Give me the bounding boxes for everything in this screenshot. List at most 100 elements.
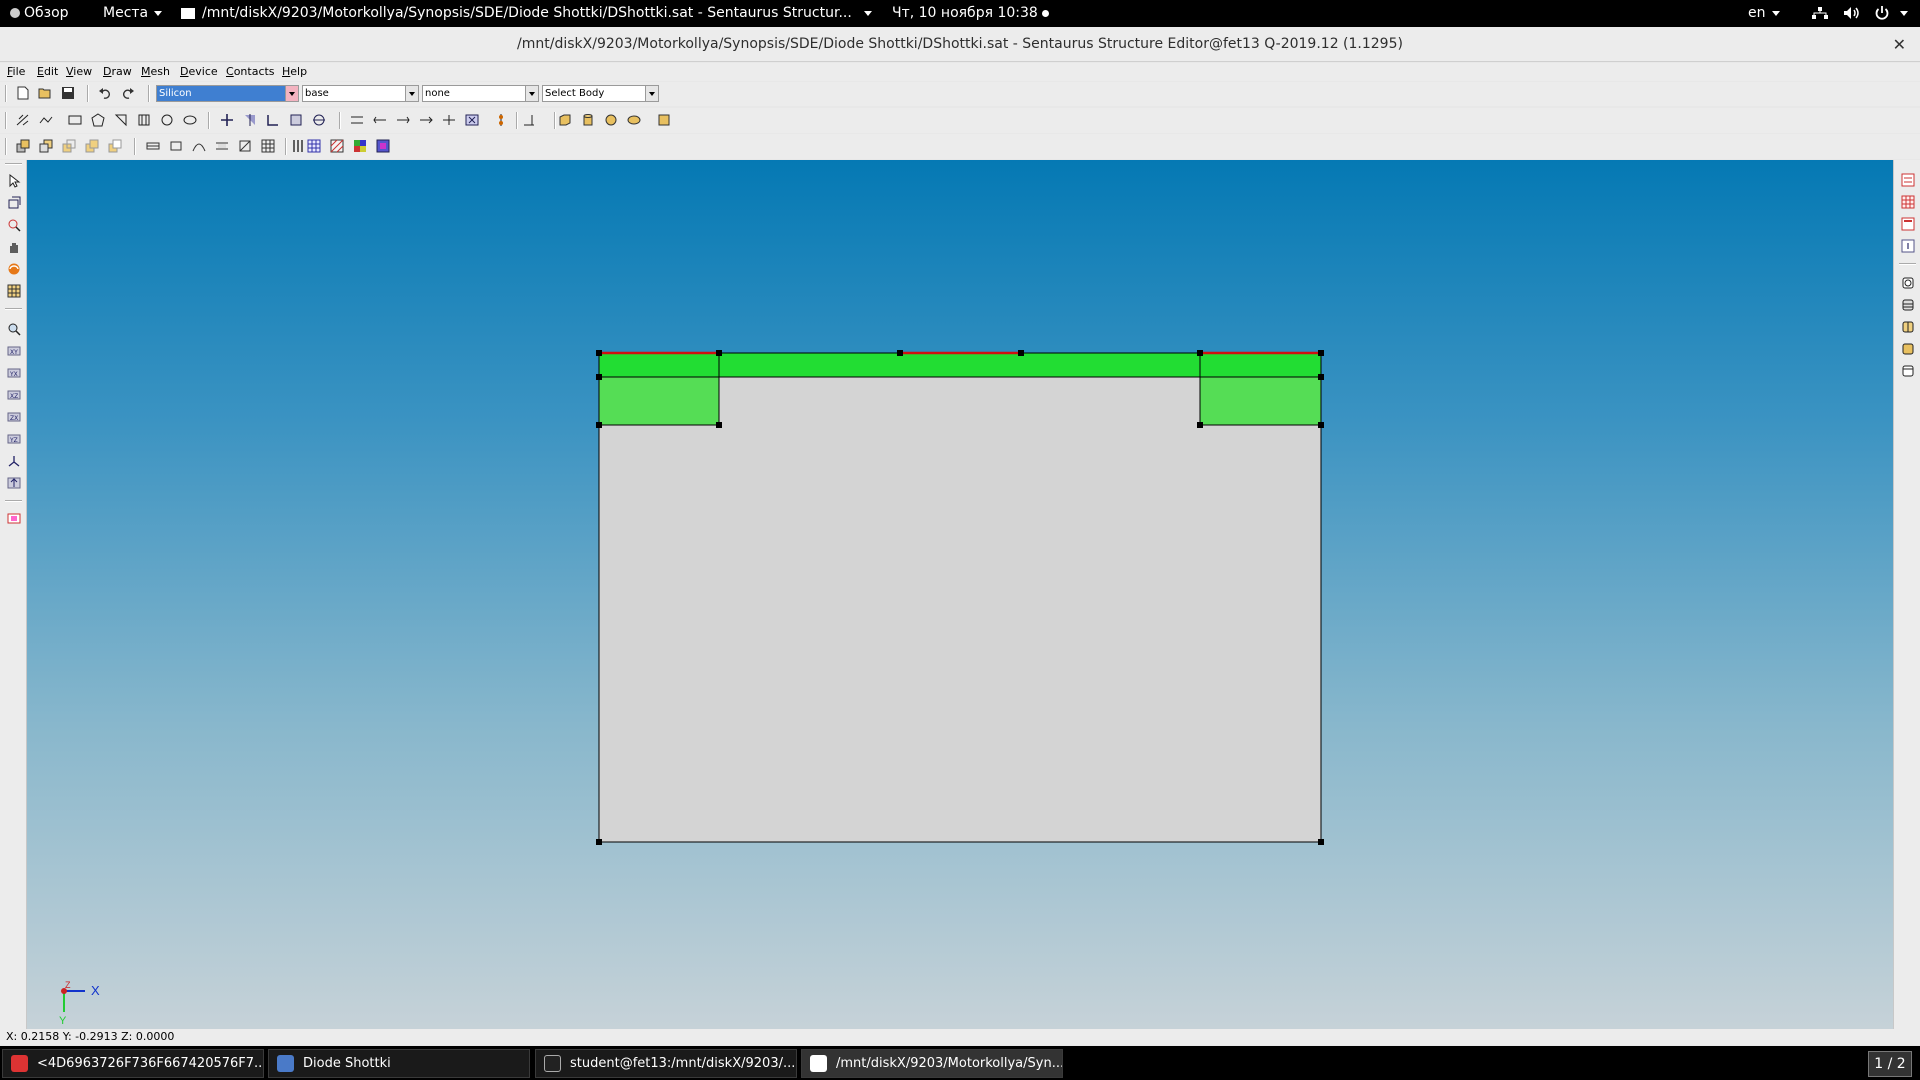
contact-select[interactable]: none — [422, 85, 539, 102]
vertex[interactable] — [1318, 350, 1324, 356]
chamfer-icon[interactable] — [373, 113, 387, 127]
new-replaces-old-icon[interactable] — [16, 139, 30, 153]
rectangle-icon[interactable] — [68, 113, 82, 127]
orbit-icon[interactable] — [7, 262, 21, 276]
grid-icon[interactable] — [307, 139, 321, 153]
vertex[interactable] — [716, 350, 722, 356]
old-replaces-new-icon[interactable] — [39, 139, 53, 153]
subtract-icon[interactable] — [108, 139, 122, 153]
vertex[interactable] — [1318, 839, 1324, 845]
activities-button[interactable]: Обзор — [10, 0, 69, 27]
menu-edit[interactable]: Edit — [37, 65, 58, 78]
render-transparent-icon[interactable] — [1901, 364, 1915, 378]
vertex[interactable] — [596, 350, 602, 356]
circle-icon[interactable] — [160, 113, 174, 127]
menu-help[interactable]: Help — [282, 65, 307, 78]
vertex[interactable] — [596, 374, 602, 380]
colormap-icon[interactable] — [376, 139, 390, 153]
render-wireframe-icon[interactable] — [1901, 276, 1915, 290]
rotate-view-icon[interactable] — [7, 196, 21, 210]
app-window-menu[interactable]: /mnt/diskX/9203/Motorkollya/Synopsis/SDE… — [181, 0, 872, 27]
info-icon[interactable] — [1901, 239, 1915, 253]
vertex[interactable] — [1018, 350, 1024, 356]
menu-mesh[interactable]: Mesh — [141, 65, 170, 78]
view-xz-icon[interactable]: XZ — [7, 388, 21, 402]
break-edge-icon[interactable] — [442, 113, 456, 127]
select-pointer-icon[interactable] — [7, 174, 21, 188]
move-edge-icon[interactable] — [266, 113, 280, 127]
menu-device[interactable]: Device — [180, 65, 218, 78]
mesh-icon[interactable] — [261, 139, 275, 153]
ellipsoid-icon[interactable] — [627, 113, 641, 127]
ruler-icon[interactable] — [522, 113, 536, 127]
isometric-view-icon[interactable] — [7, 454, 21, 468]
ellipse-icon[interactable] — [183, 113, 197, 127]
zoom-icon[interactable] — [7, 218, 21, 232]
constant-doping-icon[interactable] — [146, 139, 160, 153]
balance-icon[interactable] — [494, 113, 508, 127]
vertex[interactable] — [1318, 422, 1324, 428]
render-hidden-icon[interactable] — [1901, 298, 1915, 312]
select-edge-icon[interactable] — [16, 113, 30, 127]
hatch-icon[interactable] — [330, 139, 344, 153]
menu-file[interactable]: File — [7, 65, 25, 78]
split-region-icon[interactable] — [312, 113, 326, 127]
top-doped-layer[interactable] — [598, 352, 1322, 378]
graphics-viewport[interactable]: X Y Z — [27, 160, 1893, 1029]
extrude-icon[interactable] — [657, 113, 671, 127]
render-shaded-icon[interactable] — [1901, 342, 1915, 356]
workspace-pager[interactable]: 1 / 2 — [1868, 1051, 1912, 1077]
render-flat-icon[interactable] — [1901, 320, 1915, 334]
extend-icon[interactable] — [396, 113, 410, 127]
body-select[interactable]: Select Body — [542, 85, 659, 102]
sphere-icon[interactable] — [604, 113, 618, 127]
system-status-menu[interactable] — [1811, 0, 1909, 27]
cuboid-icon[interactable] — [558, 113, 572, 127]
view-yz-icon[interactable]: YZ — [7, 432, 21, 446]
vertex[interactable] — [1197, 350, 1203, 356]
taskbar-item-terminal[interactable]: student@fet13:/mnt/diskX/9203/... — [535, 1049, 797, 1078]
refinement-window-icon[interactable] — [215, 139, 229, 153]
vertex[interactable] — [897, 350, 903, 356]
right-guard-ring[interactable] — [1199, 376, 1322, 426]
move-vertex-icon[interactable] — [220, 113, 234, 127]
cut-icon[interactable] — [465, 113, 479, 127]
places-menu[interactable]: Места — [103, 0, 163, 27]
redo-icon[interactable] — [121, 86, 135, 100]
material-select[interactable]: Silicon — [156, 85, 299, 102]
ruled-region-icon[interactable] — [137, 113, 151, 127]
overlap-icon[interactable] — [62, 139, 76, 153]
menu-draw[interactable]: Draw — [103, 65, 132, 78]
region-list-icon[interactable] — [1901, 173, 1915, 187]
color-grid-icon[interactable] — [353, 139, 367, 153]
region-select[interactable]: base — [302, 85, 419, 102]
view-zx-icon[interactable]: ZX — [7, 410, 21, 424]
gaussian-profile-icon[interactable] — [192, 139, 206, 153]
grid-snap-icon[interactable] — [7, 284, 21, 298]
menu-view[interactable]: View — [66, 65, 92, 78]
clock[interactable]: Чт, 10 ноября 10:38 — [892, 0, 1049, 27]
analytic-doping-icon[interactable] — [169, 139, 183, 153]
vertex[interactable] — [716, 422, 722, 428]
polygon-vertex-icon[interactable] — [114, 113, 128, 127]
stretch-icon[interactable] — [419, 113, 433, 127]
undo-icon[interactable] — [98, 86, 112, 100]
material-table-icon[interactable] — [1901, 195, 1915, 209]
contact-list-icon[interactable] — [1901, 217, 1915, 231]
save-icon[interactable] — [61, 86, 75, 100]
view-yx-icon[interactable]: YX — [7, 366, 21, 380]
open-folder-icon[interactable] — [38, 86, 52, 100]
substrate-region[interactable] — [598, 352, 1322, 843]
keyboard-layout-menu[interactable]: en — [1748, 0, 1780, 27]
new-file-icon[interactable] — [16, 86, 30, 100]
close-button[interactable]: ✕ — [1893, 27, 1906, 62]
view-xy-icon[interactable]: XY — [7, 344, 21, 358]
taskbar-item-diode[interactable]: Diode Shottki — [268, 1049, 530, 1078]
screenshot-icon[interactable] — [7, 511, 21, 525]
unite-icon[interactable] — [85, 139, 99, 153]
polygon-icon[interactable] — [91, 113, 105, 127]
move-region-icon[interactable] — [289, 113, 303, 127]
cylinder-icon[interactable] — [581, 113, 595, 127]
submesh-icon[interactable] — [238, 139, 252, 153]
vertex[interactable] — [1197, 422, 1203, 428]
